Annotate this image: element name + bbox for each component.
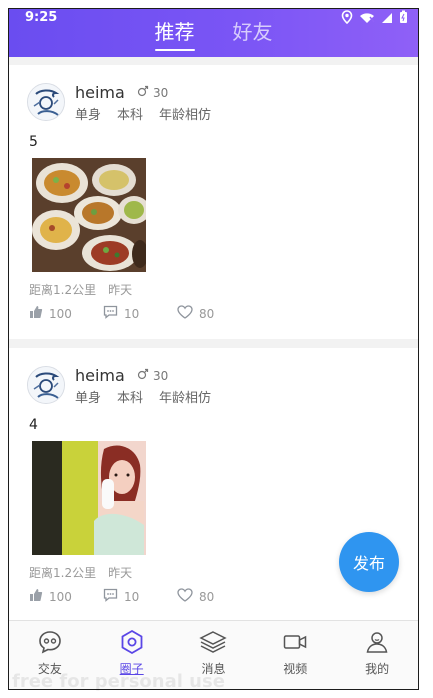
post-card[interactable]: heima 30 单身 本科 年龄相仿 5 距离1.2公里 昨天 100 10 … [9, 65, 418, 339]
video-icon [282, 629, 308, 658]
comment-button[interactable]: 10 [103, 305, 151, 323]
favorite-count: 80 [199, 307, 215, 321]
username[interactable]: heima [75, 83, 125, 103]
nav-item-video[interactable]: 视频 [255, 621, 335, 676]
thumbs-up-icon [29, 305, 43, 323]
portrait-photo[interactable] [32, 441, 146, 555]
post-actions: 100 10 80 [29, 588, 225, 606]
age-text: 30 [153, 369, 169, 383]
nav-label: 我的 [365, 662, 390, 676]
distance: 距离1.2公里 [29, 566, 97, 580]
user-icon [364, 629, 390, 658]
nav-item-mine[interactable]: 我的 [337, 621, 417, 676]
phone-screen: 9:25 推荐 好友 heima 30 单身 本科 年龄相仿 5 距离1.2公里… [8, 8, 419, 690]
layers-icon [199, 629, 228, 658]
comment-icon [103, 588, 118, 606]
favorite-count: 80 [199, 590, 215, 604]
distance: 距离1.2公里 [29, 283, 97, 297]
username[interactable]: heima [75, 366, 125, 386]
gender-age: 30 [137, 85, 168, 101]
favorite-button[interactable]: 80 [177, 588, 225, 606]
comment-button[interactable]: 10 [103, 588, 151, 606]
tag: 年龄相仿 [159, 108, 212, 123]
tag: 本科 [117, 391, 144, 406]
like-count: 100 [49, 307, 72, 321]
comment-count: 10 [124, 590, 140, 604]
avatar[interactable] [27, 366, 65, 404]
nav-label: 视频 [283, 662, 308, 676]
post-time: 昨天 [108, 566, 133, 580]
comment-icon [103, 305, 118, 323]
age-text: 30 [153, 86, 169, 100]
user-tags: 单身 本科 年龄相仿 [75, 107, 211, 125]
avatar[interactable] [27, 83, 65, 121]
nav-item-circle[interactable]: 圈子 [92, 621, 172, 676]
thumbs-up-icon [29, 588, 43, 606]
nav-item-messages[interactable]: 消息 [173, 621, 253, 676]
like-button[interactable]: 100 [29, 588, 77, 606]
tab-recommend[interactable]: 推荐 [154, 19, 195, 51]
post-meta: 距离1.2公里 昨天 [29, 565, 132, 581]
post-time: 昨天 [108, 283, 133, 297]
male-icon [137, 368, 149, 384]
food-photo[interactable] [32, 158, 146, 272]
tag: 年龄相仿 [159, 391, 212, 406]
post-meta: 距离1.2公里 昨天 [29, 282, 132, 298]
tag: 单身 [75, 391, 102, 406]
tag: 本科 [117, 108, 144, 123]
hexagon-icon [119, 629, 145, 658]
like-count: 100 [49, 590, 72, 604]
comment-count: 10 [124, 307, 140, 321]
tag: 单身 [75, 108, 102, 123]
tab-friends[interactable]: 好友 [233, 19, 273, 45]
gender-age: 30 [137, 368, 168, 384]
publish-button[interactable]: 发布 [339, 532, 399, 592]
heart-icon [177, 588, 193, 606]
favorite-button[interactable]: 80 [177, 305, 225, 323]
post-text: 4 [29, 417, 38, 433]
nav-item-friends[interactable]: 交友 [10, 621, 90, 676]
user-tags: 单身 本科 年龄相仿 [75, 390, 211, 408]
male-icon [137, 85, 149, 101]
header-tabs: 推荐 好友 [9, 19, 418, 51]
chat-bubble-icon [37, 629, 63, 658]
heart-icon [177, 305, 193, 323]
post-actions: 100 10 80 [29, 305, 225, 323]
like-button[interactable]: 100 [29, 305, 77, 323]
header-bar: 9:25 推荐 好友 [9, 9, 418, 57]
post-text: 5 [29, 134, 38, 150]
watermark: free for personal use [12, 671, 225, 692]
